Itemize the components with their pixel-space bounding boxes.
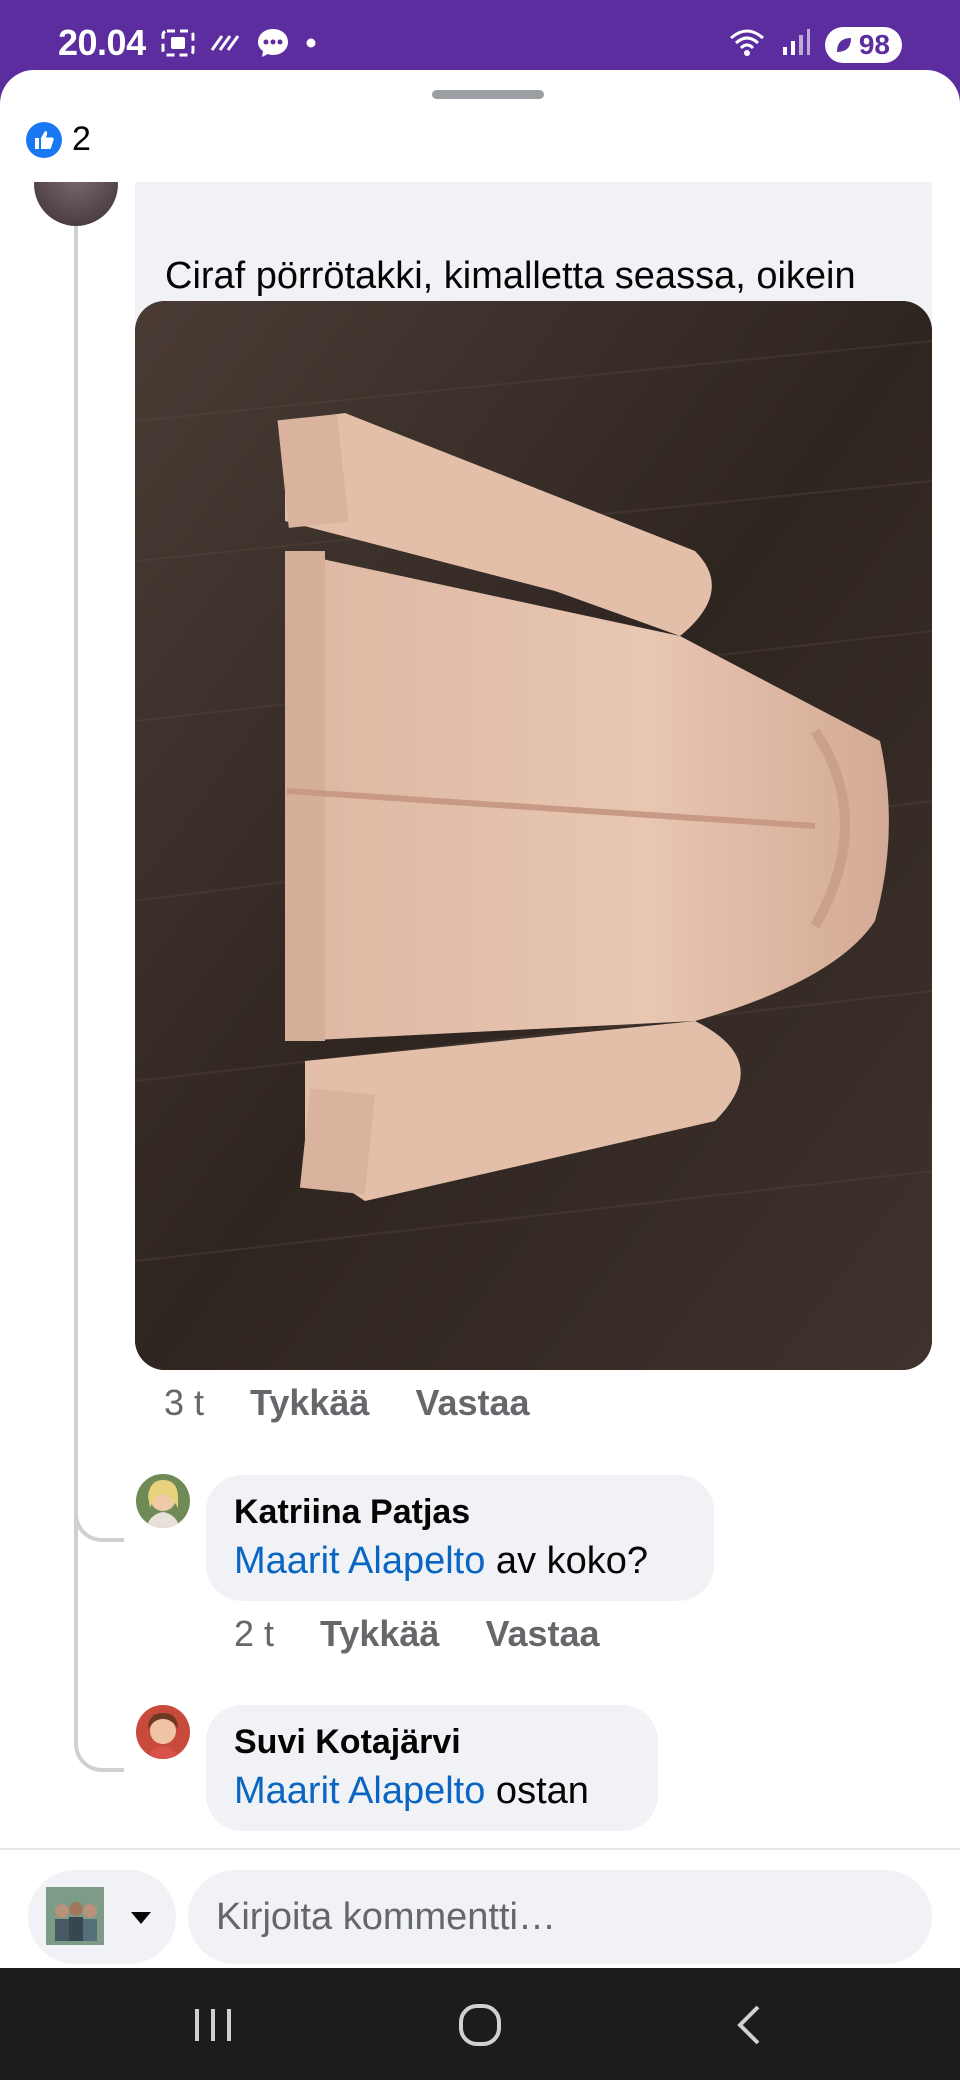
dot-icon	[304, 36, 318, 50]
reply-like-button[interactable]: Tykkää	[320, 1613, 439, 1655]
reply-message: av koko?	[485, 1540, 649, 1582]
screenshot-icon	[160, 28, 196, 58]
wifi-icon	[727, 26, 767, 63]
header-background	[0, 110, 960, 182]
battery-indicator: 98	[824, 26, 902, 63]
reply-text: Maarit Alapelto av koko?	[234, 1535, 686, 1587]
comment-photo[interactable]	[135, 301, 932, 1370]
reply-time: 2 t	[234, 1613, 275, 1654]
identity-switcher[interactable]	[28, 1870, 176, 1964]
home-icon[interactable]	[455, 2000, 505, 2050]
reply-bubble[interactable]: Suvi Kotajärvi Maarit Alapelto ostan	[206, 1705, 658, 1831]
mention-link[interactable]: Maarit Alapelto	[234, 1540, 485, 1582]
reaction-count: 2	[72, 120, 91, 158]
battery-level: 98	[858, 28, 890, 60]
messenger-icon	[256, 26, 290, 60]
user-avatar	[46, 1887, 104, 1945]
status-time: 20.04	[58, 22, 146, 63]
comment-input[interactable]: Kirjoita kommentti…	[188, 1870, 932, 1964]
reply-avatar[interactable]	[136, 1474, 190, 1528]
status-notification-icons	[160, 26, 318, 60]
recent-apps-icon[interactable]	[188, 2000, 238, 2050]
system-nav-bar	[0, 1968, 960, 2080]
reply-button[interactable]: Vastaa	[415, 1382, 529, 1424]
comments-sheet: 2 Ciraf pörrötakki, kimalletta seassa, o…	[0, 70, 960, 1968]
status-system-icons: 98	[727, 26, 902, 63]
reply-message: ostan	[485, 1770, 589, 1812]
reaction-summary[interactable]: 2	[26, 120, 91, 159]
reply-text: Maarit Alapelto ostan	[234, 1765, 630, 1817]
comment-actions: 3 t Tykkää Vastaa	[164, 1382, 530, 1424]
jacket-photo-image	[135, 301, 932, 1370]
signal-icon	[781, 27, 811, 62]
back-icon[interactable]	[725, 2000, 775, 2050]
reply-author[interactable]: Katriina Patjas	[234, 1489, 686, 1535]
like-icon	[26, 121, 62, 158]
reply-actions: 2 t Tykkää Vastaa	[234, 1613, 600, 1655]
comment-composer: Kirjoita kommentti…	[0, 1848, 960, 1968]
sheet-drag-handle[interactable]	[432, 90, 544, 99]
reply-reply-button[interactable]: Vastaa	[485, 1613, 599, 1655]
reply-avatar[interactable]	[136, 1705, 190, 1759]
reply-bubble[interactable]: Katriina Patjas Maarit Alapelto av koko?	[206, 1475, 714, 1601]
comment-time: 3 t	[164, 1382, 205, 1423]
data-saver-icon	[210, 32, 242, 54]
reply-author[interactable]: Suvi Kotajärvi	[234, 1719, 630, 1765]
mention-link[interactable]: Maarit Alapelto	[234, 1770, 485, 1812]
reply-connector	[74, 1506, 124, 1542]
battery-saver-icon	[836, 37, 851, 52]
reply-connector	[74, 1736, 124, 1772]
like-button[interactable]: Tykkää	[250, 1382, 369, 1424]
chevron-down-icon	[128, 1906, 154, 1933]
